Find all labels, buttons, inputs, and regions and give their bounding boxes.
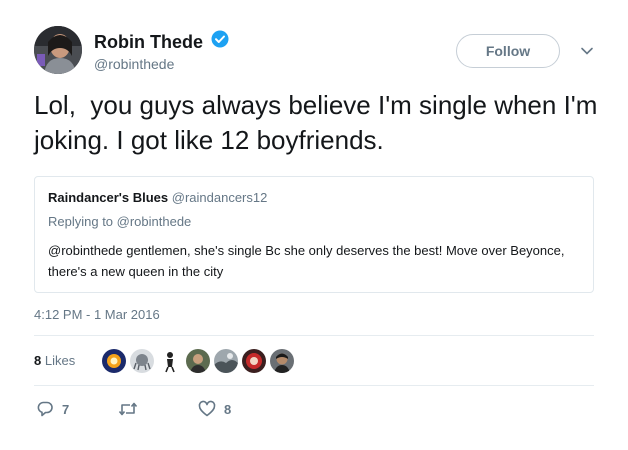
chevron-down-icon[interactable] bbox=[580, 44, 594, 58]
tweet-card: Robin Thede @robinthede Follow Lol, you … bbox=[0, 0, 628, 450]
tweet-header: Robin Thede @robinthede Follow bbox=[34, 26, 604, 82]
reply-icon bbox=[36, 400, 54, 418]
like-button[interactable]: 8 bbox=[198, 398, 231, 420]
divider bbox=[34, 385, 594, 386]
tweet-timestamp[interactable]: 4:12 PM - 1 Mar 2016 bbox=[34, 307, 160, 322]
quoted-tweet-user: Raindancer's Blues @raindancers12 bbox=[48, 190, 267, 205]
likes-count[interactable]: 8 Likes bbox=[34, 353, 75, 368]
liker-avatar[interactable] bbox=[270, 349, 294, 373]
quoted-tweet-handle: @raindancers12 bbox=[171, 190, 268, 205]
author-handle[interactable]: @robinthede bbox=[94, 56, 229, 72]
liker-avatar[interactable] bbox=[130, 349, 154, 373]
quoted-tweet-text: @robinthede gentlemen, she's single Bc s… bbox=[48, 243, 565, 279]
tweet-text: Lol, you guys always believe I'm single … bbox=[34, 90, 605, 155]
reply-count: 7 bbox=[62, 401, 70, 417]
tweet-actions: 7 8 bbox=[34, 398, 334, 420]
retweet-icon bbox=[118, 400, 138, 418]
likes-number: 8 bbox=[34, 353, 42, 368]
follow-button[interactable]: Follow bbox=[456, 34, 560, 68]
divider bbox=[34, 335, 594, 336]
author-avatar[interactable] bbox=[34, 26, 82, 74]
liker-avatar[interactable] bbox=[102, 349, 126, 373]
likes-row: 8 Likes bbox=[34, 345, 594, 377]
likes-label: Likes bbox=[44, 353, 76, 368]
like-count: 8 bbox=[224, 401, 232, 417]
author-display-name[interactable]: Robin Thede bbox=[94, 31, 203, 53]
heart-icon bbox=[198, 400, 216, 418]
liker-avatar[interactable] bbox=[186, 349, 210, 373]
verified-badge-icon bbox=[211, 30, 229, 53]
retweet-button[interactable] bbox=[118, 398, 146, 420]
quoted-tweet[interactable]: Raindancer's Blues @raindancers12 Replyi… bbox=[34, 176, 594, 293]
author-name-block: Robin Thede @robinthede bbox=[94, 30, 229, 72]
liker-avatar[interactable] bbox=[158, 349, 182, 373]
quoted-tweet-display-name: Raindancer's Blues bbox=[48, 190, 169, 205]
liker-avatar[interactable] bbox=[242, 349, 266, 373]
liker-avatar[interactable] bbox=[214, 349, 238, 373]
quoted-tweet-replying-to: Replying to @robinthede bbox=[48, 214, 192, 229]
reply-button[interactable]: 7 bbox=[36, 398, 69, 420]
